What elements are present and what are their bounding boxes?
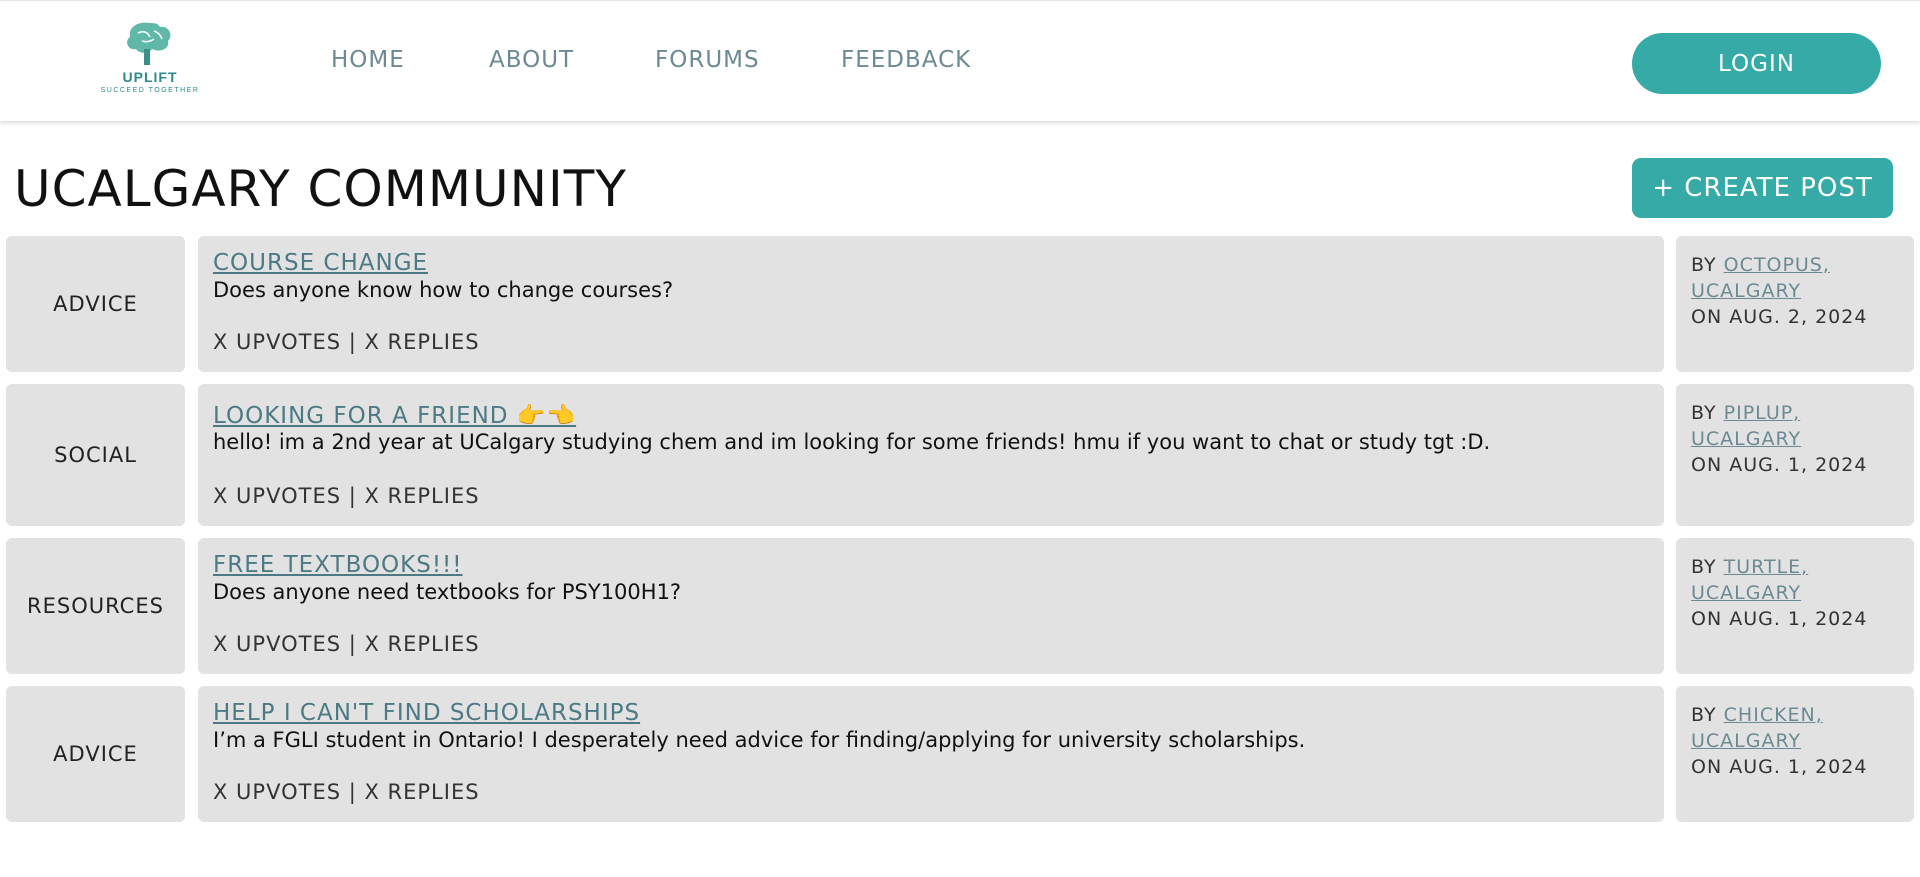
post-stats: X UPVOTES | X REPLIES [213, 780, 480, 804]
post-category: SOCIAL [54, 443, 137, 467]
post-title-link[interactable]: FREE TEXTBOOKS!!! [213, 552, 463, 578]
top-navbar: UPLIFT SUCCEED TOGETHER HOME ABOUT FORUM… [0, 0, 1920, 121]
post-category: RESOURCES [27, 594, 164, 618]
post-date-line: ON AUG. 1, 2024 [1691, 454, 1867, 476]
nav-feedback[interactable]: FEEDBACK [841, 47, 971, 73]
post-body: hello! im a 2nd year at UCalgary studyin… [213, 430, 1491, 454]
post-author-cell: BY TURTLE, UCALGARY ON AUG. 1, 2024 [1676, 538, 1914, 674]
uplift-logo[interactable]: UPLIFT SUCCEED TOGETHER [86, 19, 214, 101]
post-content-cell: LOOKING FOR A FRIEND 👉👈 hello! im a 2nd … [198, 384, 1664, 526]
post-title-link[interactable]: LOOKING FOR A FRIEND 👉👈 [213, 402, 576, 429]
post-date-line: ON AUG. 1, 2024 [1691, 756, 1867, 778]
post-date: AUG. 1, 2024 [1729, 608, 1868, 630]
post-title-link[interactable]: HELP I CAN'T FIND SCHOLARSHIPS [213, 700, 640, 726]
nav-forums[interactable]: FORUMS [655, 47, 760, 73]
post-author-line: BY PIPLUP, UCALGARY [1691, 400, 1841, 452]
post-stats: X UPVOTES | X REPLIES [213, 330, 480, 354]
post-author-line: BY OCTOPUS, UCALGARY [1691, 252, 1841, 304]
create-post-button[interactable]: + CREATE POST [1632, 158, 1893, 218]
post-author-line: BY TURTLE, UCALGARY [1691, 554, 1841, 606]
page-title: UCALGARY COMMUNITY [14, 160, 627, 218]
post-category-cell: RESOURCES [6, 538, 185, 674]
on-prefix: ON [1691, 306, 1723, 328]
post-date: AUG. 1, 2024 [1729, 454, 1868, 476]
post-date: AUG. 2, 2024 [1729, 306, 1868, 328]
on-prefix: ON [1691, 608, 1723, 630]
post-date-line: ON AUG. 2, 2024 [1691, 306, 1867, 328]
post-date: AUG. 1, 2024 [1729, 756, 1868, 778]
by-prefix: BY [1691, 254, 1717, 276]
post-body: Does anyone know how to change courses? [213, 278, 674, 302]
post-category: ADVICE [53, 292, 138, 316]
post-author-cell: BY PIPLUP, UCALGARY ON AUG. 1, 2024 [1676, 384, 1914, 526]
post-content-cell: COURSE CHANGE Does anyone know how to ch… [198, 236, 1664, 372]
post-content-cell: HELP I CAN'T FIND SCHOLARSHIPS I’m a FGL… [198, 686, 1664, 822]
by-prefix: BY [1691, 556, 1717, 578]
post-stats: X UPVOTES | X REPLIES [213, 632, 480, 656]
post-category-cell: ADVICE [6, 686, 185, 822]
post-stats: X UPVOTES | X REPLIES [213, 484, 480, 508]
post-author-cell: BY CHICKEN, UCALGARY ON AUG. 1, 2024 [1676, 686, 1914, 822]
post-category-cell: SOCIAL [6, 384, 185, 526]
logo-tagline: SUCCEED TOGETHER [100, 87, 200, 94]
post-date-line: ON AUG. 1, 2024 [1691, 608, 1867, 630]
nav-about[interactable]: ABOUT [489, 47, 574, 73]
post-author-line: BY CHICKEN, UCALGARY [1691, 702, 1841, 754]
by-prefix: BY [1691, 704, 1717, 726]
by-prefix: BY [1691, 402, 1717, 424]
logo-name: UPLIFT [122, 69, 178, 85]
login-button[interactable]: LOGIN [1632, 33, 1881, 94]
post-title-link[interactable]: COURSE CHANGE [213, 250, 428, 276]
on-prefix: ON [1691, 454, 1723, 476]
post-content-cell: FREE TEXTBOOKS!!! Does anyone need textb… [198, 538, 1664, 674]
nav-home[interactable]: HOME [331, 47, 405, 73]
on-prefix: ON [1691, 756, 1723, 778]
brain-tree-icon [127, 22, 171, 65]
post-category-cell: ADVICE [6, 236, 185, 372]
post-category: ADVICE [53, 742, 138, 766]
post-body: Does anyone need textbooks for PSY100H1? [213, 580, 682, 604]
post-body: I’m a FGLI student in Ontario! I despera… [213, 728, 1306, 752]
post-author-cell: BY OCTOPUS, UCALGARY ON AUG. 2, 2024 [1676, 236, 1914, 372]
